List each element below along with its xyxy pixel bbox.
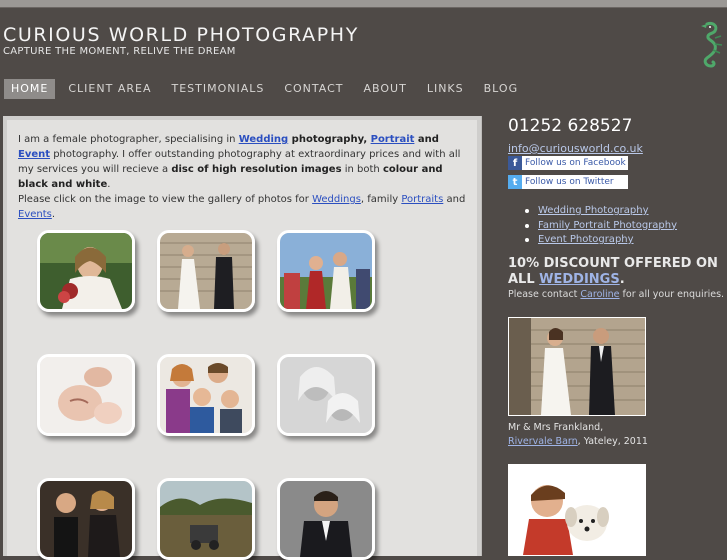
featured-boy-dog-photo[interactable] [508,464,646,556]
intro-bold-disc: disc of high resolution images [171,164,342,175]
phone-number: 01252 628527 [508,116,633,136]
gallery-thumb-wedding-party[interactable] [277,230,375,312]
seahorse-logo-icon[interactable] [693,20,723,72]
gallery-text: Please click on the image to view the ga… [18,194,313,205]
nav-blog[interactable]: BLOG [477,79,525,99]
link-label: Event Photography [538,234,634,245]
portraits-link[interactable]: Portraits [401,194,443,205]
main-nav: HOME CLIENT AREA TESTIMONIALS CONTACT AB… [4,79,531,99]
link-label: Wedding Photography [538,205,649,216]
gallery-prompt: Please click on the image to view the ga… [18,192,468,222]
service-links: Wedding Photography Family Portrait Phot… [524,204,677,248]
gallery-thumb-baby[interactable] [37,354,135,436]
portrait-link[interactable]: Portrait [371,134,415,145]
caption-location: , Yateley, 2011 [577,436,648,447]
site-tagline: CAPTURE THE MOMENT, RELIVE THE DREAM [3,46,236,57]
top-bar [0,0,727,8]
link-family-portrait-photography[interactable]: Family Portrait Photography [524,219,677,234]
intro-bold-photography: photography, [288,134,371,145]
twitter-icon: t [508,175,522,189]
facebook-follow-label: Follow us on Facebook [525,158,626,168]
link-event-photography[interactable]: Event Photography [524,233,677,248]
twitter-follow-label: Follow us on Twitter [525,177,614,187]
gallery-text: . [51,209,56,220]
caption-line1: Mr & Mrs Frankland, [508,422,604,433]
main-content-panel: I am a female photographer, specialising… [3,116,482,560]
featured-couple-photo[interactable] [508,317,646,416]
main-content-inner: I am a female photographer, specialising… [7,120,477,560]
gallery-thumb-sisters-bw[interactable] [277,354,375,436]
gallery-thumb-outdoor-event[interactable] [157,478,255,560]
intro-text: . [107,179,111,190]
gallery-text: and [443,194,466,205]
featured-photo-caption: Mr & Mrs Frankland, Rivervale Barn, Yate… [508,421,648,449]
link-wedding-photography[interactable]: Wedding Photography [524,204,677,219]
events-link[interactable]: Events [18,209,52,220]
gallery-text: , family [360,194,402,205]
email-link[interactable]: info@curiousworld.co.uk [508,142,643,155]
gallery-thumb-groom-portrait[interactable] [277,478,375,560]
site-title[interactable]: CURIOUS WORLD PHOTOGRAPHY [3,24,359,46]
contact-caroline-link[interactable]: Caroline [580,289,619,300]
wedding-link[interactable]: Wedding [239,134,288,145]
discount-offer: 10% DISCOUNT OFFERED ON ALL WEDDINGS. [508,256,723,288]
discount-weddings-link[interactable]: WEDDINGS [539,272,620,287]
twitter-follow-button[interactable]: t Follow us on Twitter [508,175,628,189]
gallery-thumb-couple-barn[interactable] [157,230,255,312]
rivervale-barn-link[interactable]: Rivervale Barn [508,436,578,447]
gallery-thumb-family[interactable] [157,354,255,436]
intro-bold-and: and [414,134,439,145]
enquiry-text: for all your enquiries. [619,289,725,300]
intro-text: in both [341,164,383,175]
intro-text: I am a female photographer, specialising… [18,134,239,145]
enquiry-text: Please contact [508,289,581,300]
nav-client-area[interactable]: CLIENT AREA [61,79,158,99]
gallery-thumb-event-guests[interactable] [37,478,135,560]
facebook-icon: f [508,156,522,170]
nav-about[interactable]: ABOUT [357,79,414,99]
discount-period: . [619,272,625,287]
nav-home[interactable]: HOME [4,79,56,99]
nav-testimonials[interactable]: TESTIMONIALS [164,79,271,99]
nav-links[interactable]: LINKS [420,79,471,99]
facebook-follow-button[interactable]: f Follow us on Facebook [508,156,628,170]
enquiry-note: Please contact Caroline for all your enq… [508,289,724,300]
gallery-thumb-bride-bouquet[interactable] [37,230,135,312]
event-link[interactable]: Event [18,149,50,160]
caption-line2: Rivervale Barn, Yateley, 2011 [508,435,648,449]
link-label: Family Portrait Photography [538,219,678,231]
nav-contact[interactable]: CONTACT [277,79,350,99]
weddings-link[interactable]: Weddings [312,194,361,205]
intro-paragraph: I am a female photographer, specialising… [18,132,468,192]
